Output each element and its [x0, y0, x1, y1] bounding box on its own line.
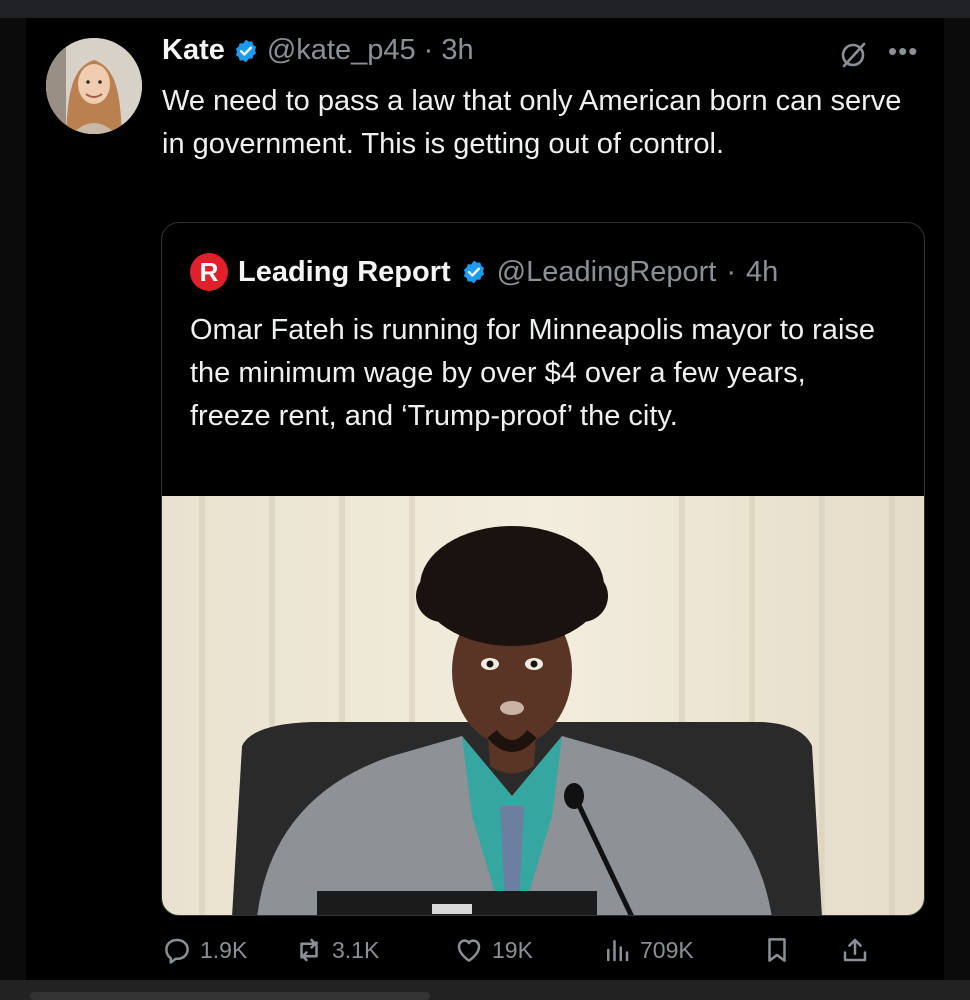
quoted-tweet-time[interactable]: 4h: [746, 256, 778, 289]
bookmark-icon: [768, 938, 786, 962]
separator-dot: ·: [726, 255, 737, 288]
reply-button[interactable]: 1.9K: [162, 935, 294, 965]
repost-button[interactable]: 3.1K: [294, 935, 454, 965]
quoted-tweet-header: R Leading Report @LeadingReport · 4h: [190, 253, 778, 291]
reply-icon: [165, 938, 189, 964]
like-count: 19K: [492, 936, 533, 963]
tweet-card[interactable]: Kate @kate_p45 · 3h ••• We need to pass …: [26, 18, 944, 980]
verified-badge-icon: [235, 39, 256, 62]
author-name[interactable]: Kate: [162, 34, 225, 67]
action-bar: 1.9K 3.1K 19K 709K: [162, 930, 932, 970]
tweet-time[interactable]: 3h: [441, 34, 473, 67]
share-button[interactable]: [840, 935, 880, 965]
author-handle[interactable]: @kate_p45: [267, 34, 416, 67]
tweet-header: Kate @kate_p45 · 3h: [162, 34, 474, 67]
right-background: [944, 18, 970, 980]
more-icon[interactable]: •••: [888, 36, 918, 67]
left-background: [0, 18, 26, 980]
reply-count: 1.9K: [200, 936, 248, 963]
grok-icon[interactable]: [838, 40, 868, 70]
views-count: 709K: [640, 936, 694, 963]
quoted-tweet-photo[interactable]: [162, 496, 924, 915]
quoted-tweet[interactable]: R Leading Report @LeadingReport · 4h Oma…: [161, 222, 925, 916]
like-icon: [457, 939, 481, 962]
share-icon: [843, 938, 867, 962]
quoted-author-handle[interactable]: @LeadingReport: [497, 256, 717, 289]
like-button[interactable]: 19K: [454, 935, 602, 965]
separator-dot: ·: [423, 34, 434, 66]
next-item-peek: [30, 992, 430, 1000]
quoted-author-name[interactable]: Leading Report: [238, 256, 451, 289]
repost-count: 3.1K: [332, 936, 380, 963]
bookmark-button[interactable]: [762, 935, 840, 965]
tweet-text: We need to pass a law that only American…: [162, 85, 902, 160]
author-avatar[interactable]: [46, 38, 142, 134]
quoted-tweet-text: Omar Fateh is running for Minneapolis ma…: [190, 314, 876, 432]
views-button[interactable]: 709K: [602, 935, 762, 965]
views-icon: [607, 940, 629, 962]
repost-icon: [300, 938, 318, 962]
verified-badge-icon: [463, 260, 484, 284]
leading-report-logo: R: [190, 253, 228, 291]
